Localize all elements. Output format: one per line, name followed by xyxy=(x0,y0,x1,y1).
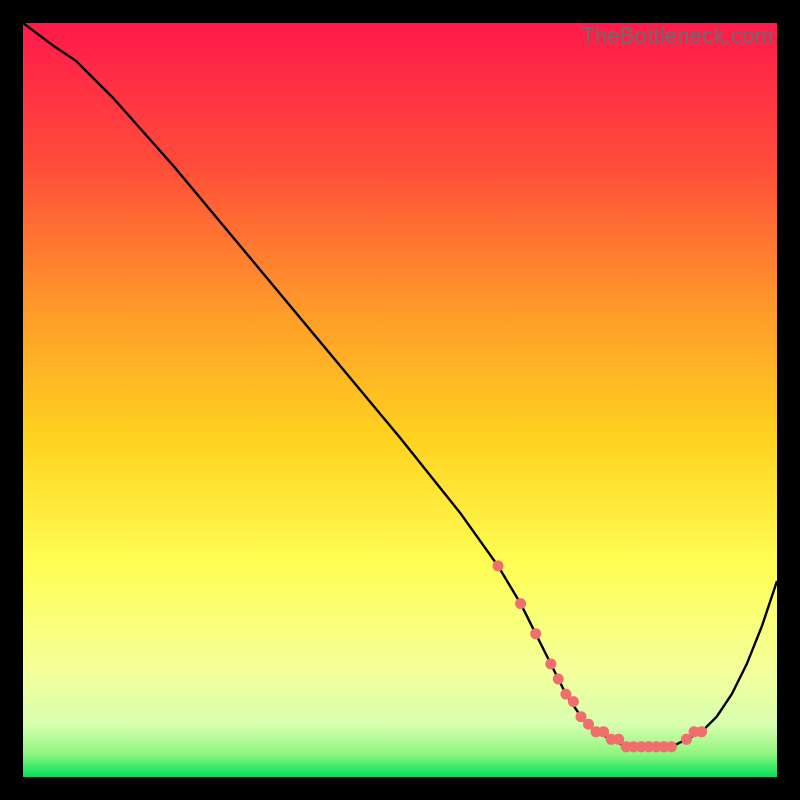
marker-dot xyxy=(553,674,564,685)
marker-dot xyxy=(493,560,504,571)
marker-dot xyxy=(696,726,707,737)
marker-dot xyxy=(530,628,541,639)
gradient-background xyxy=(23,23,777,777)
bottleneck-chart xyxy=(23,23,777,777)
marker-dot xyxy=(545,658,556,669)
watermark-text: TheBottleneck.com xyxy=(581,23,773,49)
chart-frame: TheBottleneck.com xyxy=(23,23,777,777)
marker-dot xyxy=(666,741,677,752)
marker-dot xyxy=(568,696,579,707)
marker-dot xyxy=(515,598,526,609)
